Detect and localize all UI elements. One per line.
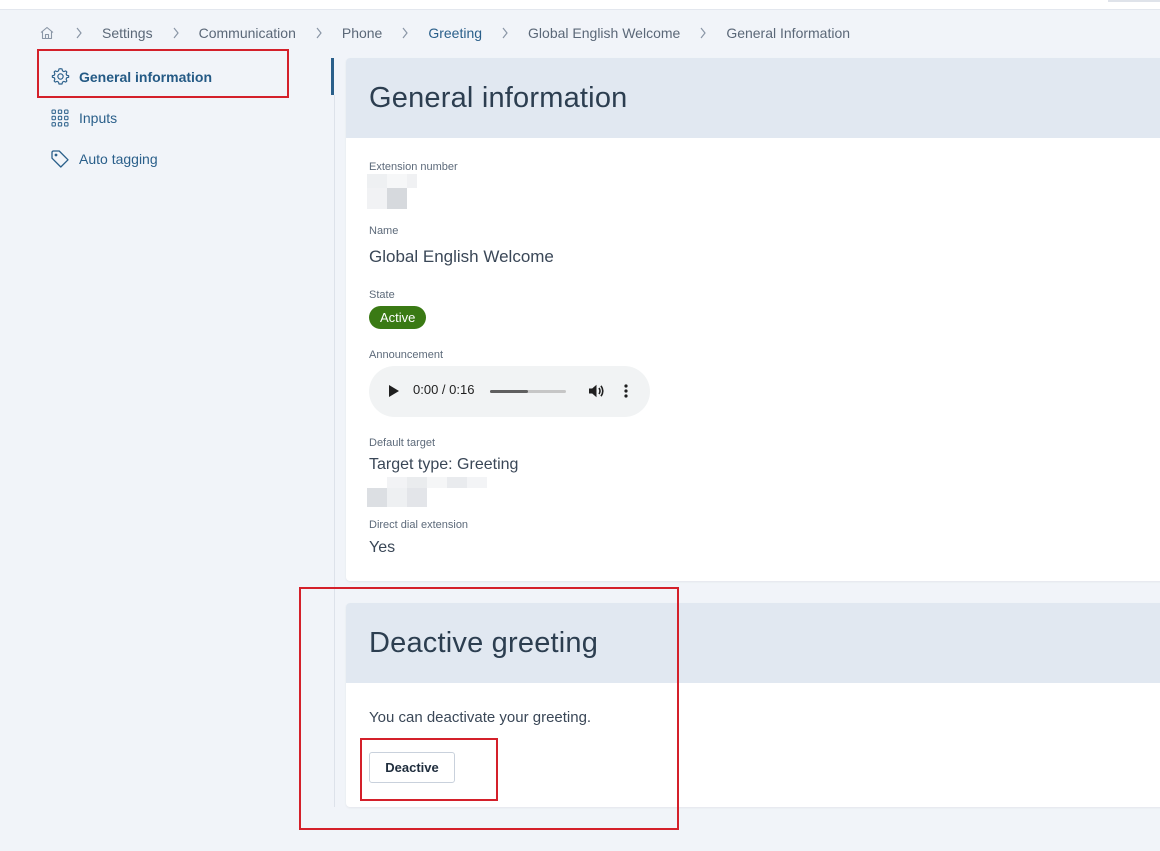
breadcrumb-greeting-name[interactable]: Global English Welcome	[528, 25, 680, 41]
audio-seek-fill	[490, 390, 528, 393]
redacted-target	[367, 477, 489, 508]
card-title: General information	[369, 81, 628, 114]
tag-icon	[50, 149, 70, 169]
sidebar-active-indicator	[331, 58, 334, 95]
dialpad-icon	[50, 108, 70, 128]
gear-icon	[50, 67, 70, 87]
default-target-value: Target type: Greeting	[369, 456, 519, 473]
name-label: Name	[369, 225, 399, 237]
card-header: General information	[346, 58, 1160, 138]
sidebar-item-label: Auto tagging	[79, 150, 158, 167]
general-information-card: General information Extension number Nam…	[346, 58, 1160, 581]
volume-icon[interactable]	[586, 381, 606, 401]
default-target-label: Default target	[369, 437, 436, 449]
name-value: Global English Welcome	[369, 247, 554, 266]
breadcrumb: Settings Communication Phone Greeting Gl…	[38, 22, 850, 44]
sidebar: General information Inputs Auto tagging	[38, 56, 334, 179]
breadcrumb-phone[interactable]: Phone	[342, 25, 382, 41]
status-badge: Active	[369, 306, 427, 329]
deactivate-greeting-card: Deactive greeting You can deactivate you…	[346, 603, 1160, 807]
home-icon[interactable]	[38, 24, 56, 42]
play-icon[interactable]	[389, 385, 399, 397]
audio-player: 0:00 / 0:16	[369, 366, 650, 417]
card-title: Deactive greeting	[369, 626, 599, 659]
chevron-right-icon	[498, 26, 512, 40]
sidebar-item-auto-tagging[interactable]: Auto tagging	[38, 138, 334, 179]
audio-time: 0:00 / 0:16	[413, 382, 475, 397]
chevron-right-icon	[398, 26, 412, 40]
more-options-icon[interactable]	[621, 381, 631, 401]
deactivate-description: You can deactivate your greeting.	[369, 709, 592, 726]
sidebar-item-inputs[interactable]: Inputs	[38, 97, 334, 138]
state-label: State	[369, 289, 395, 301]
direct-dial-value: Yes	[369, 539, 396, 556]
breadcrumb-settings[interactable]: Settings	[102, 25, 153, 41]
extension-number-label: Extension number	[369, 161, 458, 173]
chevron-right-icon	[312, 26, 326, 40]
sidebar-item-general-information[interactable]: General information	[38, 56, 334, 97]
chevron-right-icon	[169, 26, 183, 40]
chevron-right-icon	[696, 26, 710, 40]
top-strip-edge	[1108, 0, 1160, 2]
breadcrumb-current: General Information	[726, 25, 851, 41]
card-header: Deactive greeting	[346, 603, 1160, 683]
redacted-extension-number	[367, 174, 419, 210]
breadcrumb-communication[interactable]: Communication	[199, 25, 296, 41]
breadcrumb-greeting[interactable]: Greeting	[428, 25, 482, 41]
direct-dial-label: Direct dial extension	[369, 519, 469, 531]
deactivate-button[interactable]: Deactive	[369, 752, 455, 783]
sidebar-divider	[334, 95, 335, 807]
sidebar-item-label: General information	[79, 68, 213, 85]
announcement-label: Announcement	[369, 349, 443, 361]
audio-seek-slider[interactable]	[490, 390, 566, 393]
sidebar-item-label: Inputs	[79, 109, 118, 126]
chevron-right-icon	[72, 26, 86, 40]
top-strip	[0, 0, 1160, 10]
